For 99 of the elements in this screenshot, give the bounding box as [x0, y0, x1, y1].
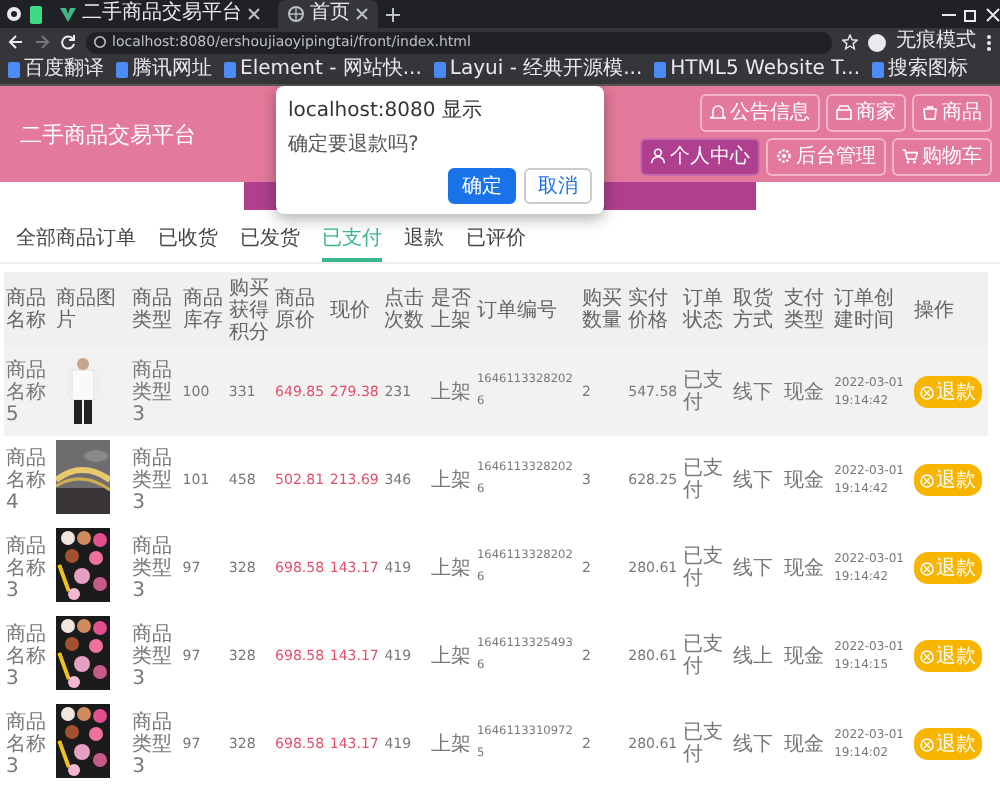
column-header: 商品类型 [130, 272, 181, 348]
table-cell-text: 上架 [428, 643, 473, 671]
table-cell-text: 现金 [781, 555, 826, 583]
x-circle-icon [920, 737, 935, 751]
confirm-button[interactable]: 确定 [448, 168, 516, 204]
bookmark[interactable]: HTML5 Website T... [654, 56, 861, 84]
table-cell-text: 已支付 [680, 543, 725, 594]
table-cell: 商品类型3 [130, 436, 181, 524]
column-header: 实付价格 [626, 272, 681, 348]
table-cell: 商品名称5 [4, 348, 55, 436]
table-cell-text: 线下 [731, 555, 776, 583]
column-header: 取货方式 [731, 272, 782, 348]
table-cell-text: 已支付 [680, 631, 725, 682]
star-icon[interactable] [842, 34, 858, 50]
avatar-icon[interactable] [868, 33, 886, 51]
table-cell: 上架 [428, 436, 475, 524]
table-cell-text: 线下 [731, 731, 776, 759]
column-header: 是否上架 [428, 272, 475, 348]
person-icon [650, 148, 666, 164]
table-cell: 商品类型3 [130, 348, 181, 436]
bookmark[interactable]: Layui - 经典开源模... [433, 56, 643, 84]
page-icon [654, 62, 667, 78]
page-icon [872, 62, 885, 78]
table-cell: 上架 [428, 348, 475, 436]
order-tab[interactable]: 已发货 [240, 222, 300, 262]
bookmark[interactable]: 搜索图标 [872, 56, 969, 84]
store-icon [836, 104, 852, 120]
column-header: 订单编号 [474, 272, 580, 348]
table-cell-text: 商品类型3 [130, 533, 175, 605]
x-circle-icon [920, 385, 935, 399]
table-cell: 现金 [781, 436, 833, 524]
bell-icon [710, 104, 726, 120]
v-icon [60, 6, 76, 22]
order-tab[interactable]: 已评价 [466, 222, 526, 262]
reload-icon[interactable] [60, 34, 76, 50]
table-cell-text: 商品名称3 [4, 621, 48, 693]
x-circle-icon [920, 561, 935, 575]
column-header: 点击次数 [382, 272, 429, 348]
order-tab[interactable]: 退款 [404, 222, 444, 262]
bookmark[interactable]: 百度翻译 [8, 56, 104, 84]
cancel-button[interactable]: 取消 [524, 168, 592, 204]
browser-tab[interactable]: 二手商品交易平台 [50, 0, 270, 28]
table-cell: 现金 [781, 348, 833, 436]
dialog-message: 确定要退款吗? [288, 131, 421, 158]
tab-title: 二手商品交易平台 [82, 0, 242, 28]
table-cell-text: 现金 [781, 731, 826, 759]
table-cell: 商品名称4 [4, 436, 55, 524]
table-cell-text: 商品类型3 [130, 709, 175, 781]
table-cell-text: 上架 [428, 731, 473, 759]
page-icon [116, 62, 128, 78]
column-header: 商品原价 [273, 272, 328, 348]
page-icon [224, 62, 236, 78]
column-header: 支付类型 [781, 272, 833, 348]
table-cell-text: 商品名称3 [4, 709, 48, 781]
browser-tab[interactable]: 首页 [278, 0, 378, 28]
close-icon[interactable] [248, 8, 260, 20]
table-cell-text: 线上 [731, 643, 776, 671]
table-cell-text: 商品类型3 [130, 621, 175, 693]
table-cell: 线下 [731, 348, 782, 436]
close-icon[interactable] [356, 8, 368, 20]
order-tab[interactable]: 已收货 [158, 222, 218, 262]
table-cell-text: 已支付 [680, 719, 725, 770]
column-header: 购买数量 [580, 272, 627, 348]
column-header: 订单状态 [680, 272, 732, 348]
page-icon [433, 62, 446, 78]
order-tab[interactable]: 全部商品订单 [16, 222, 136, 262]
bookmark[interactable]: Element - 网站快... [224, 56, 422, 84]
nav-button[interactable]: 个人中心 [640, 137, 760, 175]
restore-icon[interactable] [964, 7, 978, 21]
table-cell: 已支付 [680, 436, 732, 524]
back-icon[interactable] [8, 34, 24, 50]
column-header: 操作 [912, 272, 988, 348]
table-cell-text: 现金 [781, 643, 826, 671]
dialog-origin: localhost:8080 显示 [288, 98, 484, 124]
table-cell-text: 商品名称3 [4, 533, 48, 605]
profile-label: 无痕模式 [896, 28, 976, 56]
cart-icon [902, 148, 918, 164]
bag-icon [922, 104, 938, 120]
x-circle-icon [920, 649, 935, 663]
table-cell-text: 上架 [428, 555, 473, 583]
column-header: 商品图片 [54, 272, 131, 348]
table-cell: 已支付 [680, 348, 732, 436]
forward-icon[interactable] [34, 34, 50, 50]
table-cell: 线下 [731, 436, 782, 524]
column-header: 商品名称 [4, 272, 55, 348]
column-header: 购买获得积分 [226, 272, 274, 348]
site-title: 二手商品交易平台 [20, 119, 196, 149]
menu-icon[interactable] [986, 33, 992, 51]
globe-icon [288, 6, 304, 22]
info-icon [94, 36, 106, 48]
plus-icon[interactable] [386, 7, 400, 21]
column-header: 订单创建时间 [832, 272, 913, 348]
gear-icon [776, 148, 792, 164]
x-circle-icon [920, 473, 935, 487]
page-icon [8, 62, 20, 78]
column-header: 现价 [327, 272, 383, 348]
bookmark[interactable]: 腾讯网址 [116, 56, 212, 84]
column-header: 商品库存 [180, 272, 227, 348]
tab-title: 首页 [310, 0, 350, 28]
